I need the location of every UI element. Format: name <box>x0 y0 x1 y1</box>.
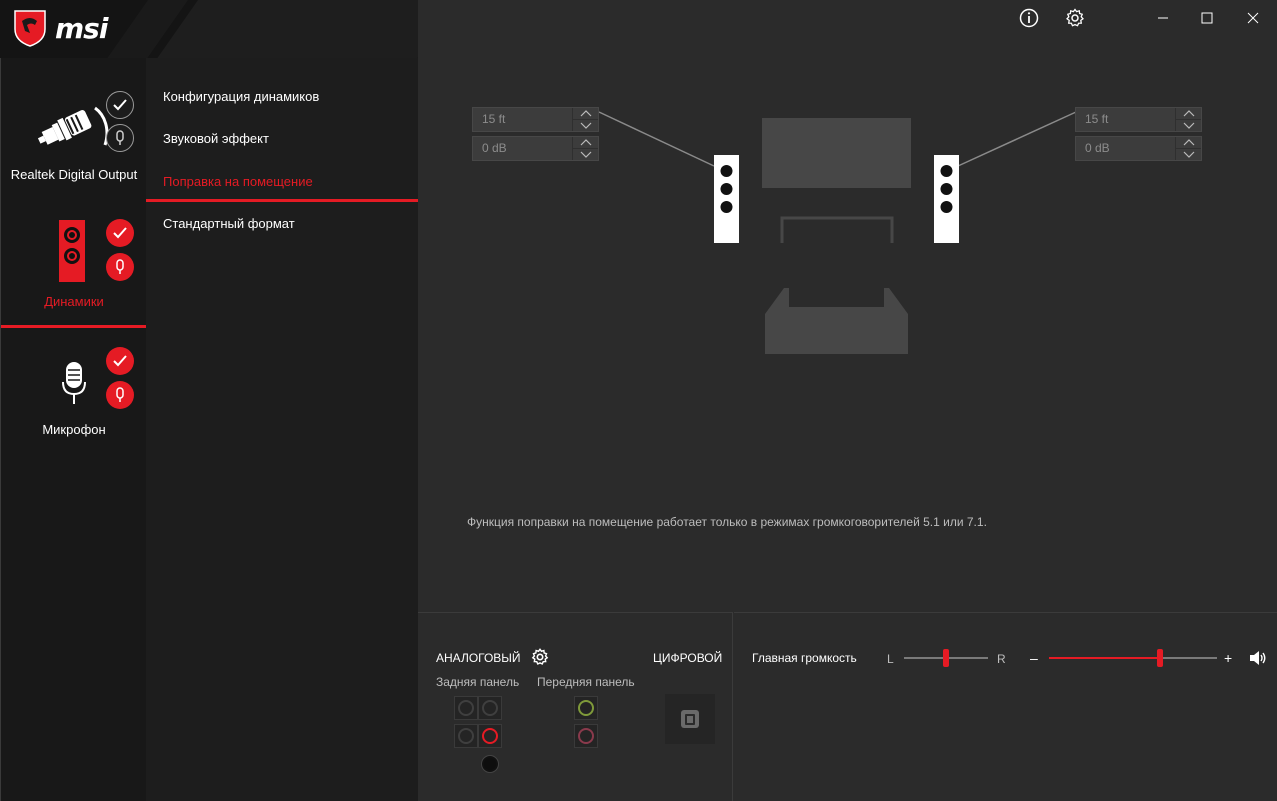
volume-panel: Главная громкость L R – + <box>734 612 1277 801</box>
speakers-default-badge <box>106 253 134 281</box>
balance-left-label: L <box>887 652 894 666</box>
menu-sound-effect[interactable]: Звуковой эффект <box>163 131 269 146</box>
main-panel: 15 ft 0 dB 15 ft 0 dB Функция поправки н… <box>418 0 1277 612</box>
chevron-down-icon <box>1183 151 1194 158</box>
menu-speaker-config[interactable]: Конфигурация динамиков <box>163 89 319 104</box>
volume-track-fill <box>1049 657 1160 659</box>
device-speakers[interactable]: Динамики <box>1 198 147 328</box>
spdif-cable-icon <box>37 106 109 146</box>
balance-right-label: R <box>997 652 1006 666</box>
left-distance-down-button[interactable] <box>573 119 598 131</box>
chevron-up-icon <box>580 139 591 146</box>
room-correction-note: Функция поправки на помещение работает т… <box>467 515 987 529</box>
device-digital-output[interactable]: Realtek Digital Output <box>1 58 147 198</box>
rear-jack-1[interactable] <box>454 696 478 720</box>
analog-label: АНАЛОГОВЫЙ <box>436 651 521 665</box>
front-jack-headphone[interactable] <box>574 696 598 720</box>
digital-label: ЦИФРОВОЙ <box>653 651 723 665</box>
table-outline <box>780 216 894 243</box>
right-gain-up-button[interactable] <box>1176 137 1201 148</box>
device-label: Динамики <box>44 294 104 309</box>
right-speaker-connector-line <box>957 111 1077 167</box>
output-check-badge <box>106 91 134 119</box>
left-distance-up-button[interactable] <box>573 108 598 119</box>
microphone-icon <box>62 362 86 404</box>
menu-room-correction[interactable]: Поправка на помещение <box>163 174 313 189</box>
device-sidebar: Realtek Digital Output Динамики Микрофон <box>0 0 147 801</box>
submenu: Конфигурация динамиков Звуковой эффект П… <box>146 58 418 801</box>
chevron-up-icon <box>1183 139 1194 146</box>
device-label: Realtek Digital Output <box>10 167 138 182</box>
device-microphone[interactable]: Микрофон <box>1 330 147 460</box>
left-gain-value: 0 dB <box>482 141 507 155</box>
volume-plus[interactable]: + <box>1224 650 1232 666</box>
microphone-check-badge <box>106 347 134 375</box>
volume-minus[interactable]: – <box>1030 650 1038 666</box>
right-distance-down-button[interactable] <box>1176 119 1201 131</box>
device-label: Микрофон <box>42 422 106 437</box>
rear-panel-label: Задняя панель <box>436 675 520 689</box>
active-menu-indicator <box>146 199 418 202</box>
analog-settings-icon[interactable] <box>531 648 549 666</box>
digital-optical-port[interactable] <box>665 694 715 744</box>
right-distance-spinner[interactable]: 15 ft <box>1075 107 1202 132</box>
msi-dragon-icon <box>14 10 46 47</box>
output-default-badge <box>106 124 134 152</box>
front-panel-label: Передняя панель <box>537 675 635 689</box>
rear-jack-3[interactable] <box>454 724 478 748</box>
room-diagram <box>598 111 1077 354</box>
left-gain-up-button[interactable] <box>573 137 598 148</box>
logo-text: msi <box>55 11 108 45</box>
speaker-icon <box>59 220 85 282</box>
connectors-panel: АНАЛОГОВЫЙ ЦИФРОВОЙ Задняя панель Передн… <box>418 612 733 801</box>
left-distance-spinner[interactable]: 15 ft <box>472 107 599 132</box>
front-right-speaker <box>934 155 959 243</box>
rear-jack-5[interactable] <box>478 752 502 776</box>
volume-slider[interactable] <box>1049 649 1217 667</box>
chevron-down-icon <box>580 122 591 129</box>
right-distance-value: 15 ft <box>1085 112 1109 126</box>
chevron-down-icon <box>580 151 591 158</box>
microphone-default-badge <box>106 381 134 409</box>
msi-logo: msi <box>13 9 108 47</box>
title-bar: msi <box>0 0 418 58</box>
chevron-up-icon <box>1183 110 1194 117</box>
speakers-check-badge <box>106 219 134 247</box>
right-distance-up-button[interactable] <box>1176 108 1201 119</box>
master-volume-label: Главная громкость <box>752 651 857 665</box>
speaker-volume-icon[interactable] <box>1249 650 1267 666</box>
volume-thumb[interactable] <box>1156 649 1163 667</box>
left-speaker-connector-line <box>598 111 715 167</box>
left-distance-value: 15 ft <box>482 112 506 126</box>
sofa <box>765 288 908 354</box>
right-gain-value: 0 dB <box>1085 141 1110 155</box>
right-gain-down-button[interactable] <box>1176 148 1201 160</box>
front-jack-mic[interactable] <box>574 724 598 748</box>
menu-default-format[interactable]: Стандартный формат <box>163 216 295 231</box>
tv-screen <box>762 118 911 188</box>
chevron-down-icon <box>1183 122 1194 129</box>
left-gain-spinner[interactable]: 0 dB <box>472 136 599 161</box>
balance-thumb[interactable] <box>943 649 949 667</box>
rear-jack-line-out[interactable] <box>478 724 502 748</box>
front-left-speaker <box>714 155 739 243</box>
balance-slider[interactable] <box>904 649 988 667</box>
left-gain-down-button[interactable] <box>573 148 598 160</box>
right-gain-spinner[interactable]: 0 dB <box>1075 136 1202 161</box>
optical-port-icon <box>681 710 699 728</box>
chevron-up-icon <box>580 110 591 117</box>
active-device-indicator <box>1 325 147 328</box>
rear-jack-2[interactable] <box>478 696 502 720</box>
